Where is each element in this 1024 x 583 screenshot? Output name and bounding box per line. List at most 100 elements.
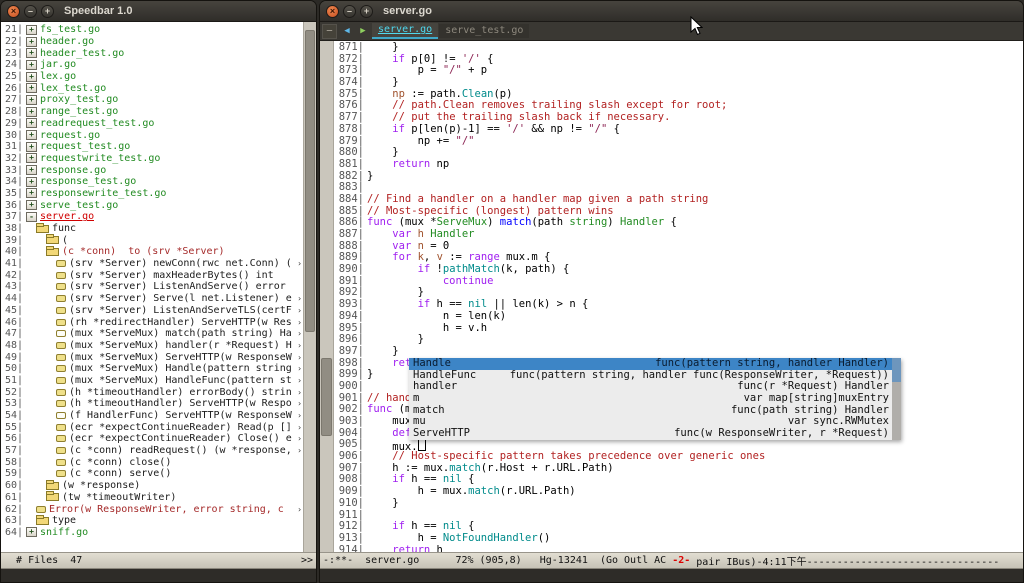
speedbar-row[interactable]: 34|+response_test.go <box>1 176 303 188</box>
code-lines[interactable]: 871| }872| if p[0] != '/' {873| p = "/" … <box>334 41 1023 552</box>
tag-icon[interactable] <box>56 435 66 442</box>
tag-icon[interactable] <box>36 506 46 513</box>
speedbar-row[interactable]: 60|(w *response) <box>1 480 303 492</box>
speedbar-row[interactable]: 32|+requestwrite_test.go <box>1 153 303 165</box>
code-line[interactable]: 914| return h <box>334 545 1023 552</box>
tab-serve-test-go[interactable]: serve_test.go <box>439 24 529 38</box>
speedbar-row[interactable]: 27|+proxy_test.go <box>1 94 303 106</box>
speedbar-row[interactable]: 31|+request_test.go <box>1 141 303 153</box>
expand-plus-icon[interactable]: + <box>26 83 37 93</box>
speedbar-row[interactable]: 26|+lex_test.go <box>1 82 303 94</box>
tab-scroll-forward-icon[interactable]: ▶ <box>356 26 370 36</box>
speedbar-row[interactable]: 28|+range_test.go <box>1 106 303 118</box>
speedbar-row[interactable]: 25|+lex.go <box>1 71 303 83</box>
tag-icon[interactable] <box>56 307 66 314</box>
tag-icon[interactable] <box>56 272 66 279</box>
speedbar-row[interactable]: 29|+readrequest_test.go <box>1 118 303 130</box>
expand-plus-icon[interactable]: + <box>26 527 37 537</box>
speedbar-row[interactable]: 46|(rh *redirectHandler) ServeHTTP(w Res… <box>1 316 303 328</box>
speedbar-row[interactable]: 58|(c *conn) close() <box>1 456 303 468</box>
maximize-icon[interactable]: + <box>360 5 373 18</box>
speedbar-row[interactable]: 62|Error(w ResponseWriter, error string,… <box>1 503 303 515</box>
code-line[interactable]: 879| np += "/" <box>334 136 1023 148</box>
speedbar-row[interactable]: 64|+sniff.go <box>1 527 303 539</box>
tag-icon[interactable] <box>56 295 66 302</box>
speedbar-row[interactable]: 44|(srv *Server) Serve(l net.Listener) e… <box>1 293 303 305</box>
tag-icon[interactable] <box>56 283 66 290</box>
expand-plus-icon[interactable]: + <box>26 188 37 198</box>
expand-plus-icon[interactable]: + <box>26 177 37 187</box>
code-line[interactable]: 882|} <box>334 171 1023 183</box>
tag-icon[interactable] <box>56 365 66 372</box>
expand-plus-icon[interactable]: + <box>26 72 37 82</box>
completion-item[interactable]: Handlefunc(pattern string, handler Handl… <box>409 358 901 370</box>
speedbar-row[interactable]: 48|(mux *ServeMux) handler(r *Request) H… <box>1 340 303 352</box>
speedbar-row[interactable]: 47|(mux *ServeMux) match(path string) Ha… <box>1 328 303 340</box>
speedbar-row[interactable]: 23|+header_test.go <box>1 47 303 59</box>
expand-plus-icon[interactable]: + <box>26 48 37 58</box>
speedbar-row[interactable]: 22|+header.go <box>1 36 303 48</box>
expand-plus-icon[interactable]: + <box>26 37 37 47</box>
popup-scrollbar-thumb[interactable] <box>892 358 901 382</box>
speedbar-row[interactable]: 33|+response.go <box>1 164 303 176</box>
speedbar-row[interactable]: 49|(mux *ServeMux) ServeHTTP(w ResponseW… <box>1 351 303 363</box>
minimize-icon[interactable]: – <box>24 5 37 18</box>
tag-icon[interactable] <box>56 330 66 337</box>
expand-plus-icon[interactable]: + <box>26 165 37 175</box>
speedbar-row[interactable]: 40|(c *conn) to (srv *Server) <box>1 246 303 258</box>
code-line[interactable]: 896| } <box>334 334 1023 346</box>
expand-plus-icon[interactable]: + <box>26 25 37 35</box>
code-line[interactable]: 881| return np <box>334 159 1023 171</box>
speedbar-row[interactable]: 61|(tw *timeoutWriter) <box>1 492 303 504</box>
tag-icon[interactable] <box>56 424 66 431</box>
completion-item[interactable]: mvar map[string]muxEntry <box>409 393 901 405</box>
completion-item[interactable]: ServeHTTPfunc(w ResponseWriter, r *Reque… <box>409 428 901 440</box>
speedbar-row[interactable]: 41|(srv *Server) newConn(rwc net.Conn) (… <box>1 258 303 270</box>
code-line[interactable]: 897| } <box>334 346 1023 358</box>
speedbar-row[interactable]: 36|+serve_test.go <box>1 199 303 211</box>
code-line[interactable]: 891| continue <box>334 276 1023 288</box>
speedbar-titlebar[interactable]: × – + Speedbar 1.0 <box>1 1 316 22</box>
close-icon[interactable]: × <box>7 5 20 18</box>
speedbar-row[interactable]: 43|(srv *Server) ListenAndServe() error <box>1 281 303 293</box>
folder-icon[interactable] <box>46 248 59 256</box>
editor-titlebar[interactable]: × – + server.go <box>320 1 1023 22</box>
tag-icon[interactable] <box>56 319 66 326</box>
expand-plus-icon[interactable]: + <box>26 153 37 163</box>
tag-icon[interactable] <box>56 447 66 454</box>
collapse-minus-icon[interactable]: - <box>26 212 37 222</box>
speedbar-row[interactable]: 51|(mux *ServeMux) HandleFunc(pattern st… <box>1 375 303 387</box>
code-line[interactable]: 910| } <box>334 498 1023 510</box>
speedbar-row[interactable]: 57|(c *conn) readRequest() (w *response,… <box>1 445 303 457</box>
maximize-icon[interactable]: + <box>41 5 54 18</box>
tab-scroll-back-icon[interactable]: ◀ <box>340 26 354 36</box>
speedbar-scrollbar[interactable] <box>303 22 316 552</box>
speedbar-row[interactable]: 59|(c *conn) serve() <box>1 468 303 480</box>
code-line[interactable]: 909| h = mux.match(r.URL.Path) <box>334 486 1023 498</box>
speedbar-row[interactable]: 56|(ecr *expectContinueReader) Close() e… <box>1 433 303 445</box>
folder-icon[interactable] <box>46 482 59 490</box>
tag-icon[interactable] <box>56 354 66 361</box>
speedbar-row[interactable]: 42|(srv *Server) maxHeaderBytes() int <box>1 269 303 281</box>
expand-plus-icon[interactable]: + <box>26 200 37 210</box>
tag-icon[interactable] <box>56 342 66 349</box>
speedbar-row[interactable]: 21|+fs_test.go <box>1 24 303 36</box>
speedbar-row[interactable]: 45|(srv *Server) ListenAndServeTLS(certF… <box>1 305 303 317</box>
speedbar-row[interactable]: 52|(h *timeoutHandler) errorBody() strin… <box>1 386 303 398</box>
speedbar-row[interactable]: 38|func <box>1 223 303 235</box>
scrollbar-thumb[interactable] <box>305 30 315 332</box>
tag-icon[interactable] <box>56 459 66 466</box>
popup-scrollbar[interactable] <box>892 358 901 440</box>
tag-icon[interactable] <box>56 412 66 419</box>
folder-icon[interactable] <box>46 493 59 501</box>
minimize-icon[interactable]: – <box>343 5 356 18</box>
tag-icon[interactable] <box>56 400 66 407</box>
code-line[interactable]: 895| h = v.h <box>334 323 1023 335</box>
speedbar-row[interactable]: 54|(f HandlerFunc) ServeHTTP(w ResponseW… <box>1 410 303 422</box>
speedbar-row[interactable]: 50|(mux *ServeMux) Handle(pattern string… <box>1 363 303 375</box>
close-icon[interactable]: × <box>326 5 339 18</box>
speedbar-row[interactable]: 63|type <box>1 515 303 527</box>
expand-plus-icon[interactable]: + <box>26 60 37 70</box>
speedbar-row[interactable]: 55|(ecr *expectContinueReader) Read(p []… <box>1 421 303 433</box>
expand-plus-icon[interactable]: + <box>26 107 37 117</box>
